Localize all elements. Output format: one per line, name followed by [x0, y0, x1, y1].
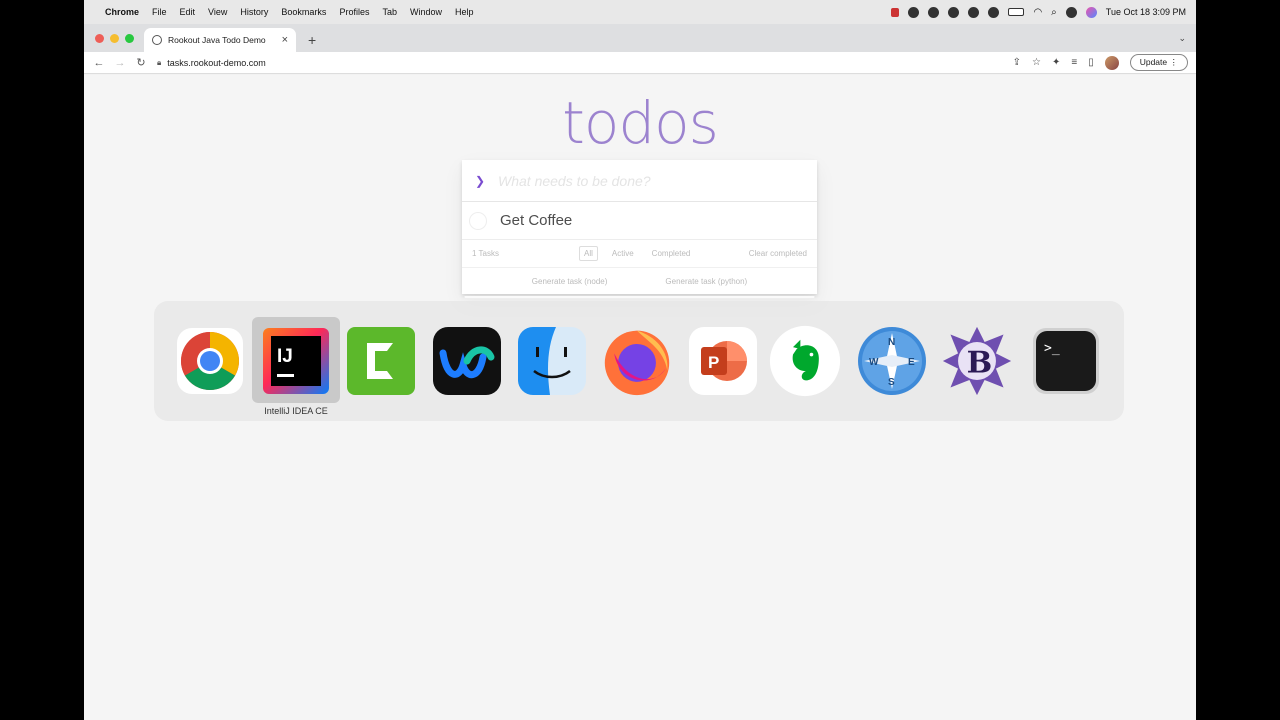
- status-icon[interactable]: [948, 6, 960, 18]
- todo-app: ❯ Get Coffee 1 Tasks All Active Complete…: [462, 160, 817, 294]
- status-icon[interactable]: [988, 6, 1000, 18]
- chrome-window: Rookout Java Todo Demo × + ⌄ ← → ↻ 🔒︎ ta…: [84, 24, 1196, 720]
- reload-icon[interactable]: ↻: [135, 56, 147, 69]
- clear-completed-button[interactable]: Clear completed: [749, 249, 807, 258]
- wifi-icon[interactable]: ◠: [1033, 7, 1042, 18]
- menu-tab[interactable]: Tab: [382, 7, 397, 17]
- new-todo-row: ❯: [462, 160, 817, 202]
- svg-text:P: P: [708, 353, 719, 372]
- browser-toolbar: ← → ↻ 🔒︎ tasks.rookout-demo.com ⇪ ☆ ✦ ≡ …: [84, 52, 1196, 74]
- status-icon[interactable]: [928, 6, 940, 18]
- recording-icon[interactable]: [891, 7, 900, 17]
- todo-item-label[interactable]: Get Coffee: [500, 212, 572, 229]
- status-icons: ◠ ⌕ Tue Oct 18 3:09 PM: [891, 6, 1196, 18]
- spotlight-search-icon[interactable]: ⌕: [1051, 7, 1057, 18]
- bbedit-app-icon[interactable]: B: [941, 325, 1013, 397]
- new-tab-icon[interactable]: +: [308, 32, 316, 48]
- new-todo-input[interactable]: [498, 172, 788, 189]
- svg-text:S: S: [888, 377, 895, 388]
- menu-history[interactable]: History: [240, 7, 268, 17]
- finder-app-icon[interactable]: [516, 325, 588, 397]
- menu-view[interactable]: View: [208, 7, 227, 17]
- svg-text:E: E: [908, 357, 915, 368]
- filter-completed[interactable]: Completed: [648, 247, 695, 260]
- svg-text:N: N: [888, 337, 895, 348]
- menu-help[interactable]: Help: [455, 7, 474, 17]
- todo-item: Get Coffee: [462, 202, 817, 240]
- tab-search-chevron-icon[interactable]: ⌄: [1178, 33, 1186, 44]
- share-icon[interactable]: ⇪: [1013, 57, 1021, 68]
- zoom-window-button[interactable]: [125, 34, 134, 43]
- todo-footer: 1 Tasks All Active Completed Clear compl…: [462, 240, 817, 268]
- svg-text:IJ: IJ: [277, 346, 293, 367]
- lock-icon: 🔒︎: [157, 57, 162, 67]
- filters: All Active Completed: [578, 246, 695, 261]
- webex-app-icon[interactable]: [431, 325, 503, 397]
- battery-icon[interactable]: [1008, 8, 1025, 16]
- forward-arrow-icon[interactable]: →: [114, 57, 126, 69]
- camtasia-app-icon[interactable]: [345, 325, 417, 397]
- selected-app-label: IntelliJ IDEA CE: [264, 406, 328, 416]
- svg-text:>_: >_: [1044, 341, 1060, 356]
- chrome-app-icon[interactable]: [174, 325, 246, 397]
- macos-menubar: Chrome File Edit View History Bookmarks …: [84, 0, 1196, 24]
- todo-count: 1 Tasks: [472, 249, 499, 258]
- tab-favicon-icon: [152, 35, 162, 45]
- close-window-button[interactable]: [95, 34, 104, 43]
- tab-active[interactable]: Rookout Java Todo Demo ×: [144, 28, 296, 52]
- generate-python-button[interactable]: Generate task (python): [665, 277, 747, 286]
- filter-active[interactable]: Active: [608, 247, 638, 260]
- page-content: todos ❯ Get Coffee 1 Tasks All Active Co…: [84, 75, 1196, 720]
- menu-bookmarks[interactable]: Bookmarks: [281, 7, 326, 17]
- extensions-puzzle-icon[interactable]: ✦: [1052, 57, 1060, 68]
- address-bar[interactable]: 🔒︎ tasks.rookout-demo.com: [157, 58, 266, 68]
- status-icon[interactable]: [968, 6, 980, 18]
- firefox-app-icon[interactable]: [601, 325, 673, 397]
- window-controls: [95, 34, 134, 43]
- evernote-app-icon[interactable]: [769, 325, 841, 397]
- terminal-app-icon[interactable]: >_: [1030, 325, 1102, 397]
- menubar-clock[interactable]: Tue Oct 18 3:09 PM: [1106, 7, 1186, 17]
- intellij-idea-app-icon[interactable]: IJ: [260, 325, 332, 397]
- profile-avatar[interactable]: [1104, 55, 1119, 70]
- bookmark-star-icon[interactable]: ☆: [1032, 57, 1041, 68]
- menu-window[interactable]: Window: [410, 7, 442, 17]
- siri-icon[interactable]: [1085, 6, 1097, 18]
- control-center-icon[interactable]: [1065, 6, 1077, 18]
- menu-profiles[interactable]: Profiles: [339, 7, 369, 17]
- minimize-window-button[interactable]: [110, 34, 119, 43]
- menu-edit[interactable]: Edit: [180, 7, 196, 17]
- menu-file[interactable]: File: [152, 7, 167, 17]
- compass-app-icon[interactable]: N W E S: [856, 325, 928, 397]
- todos-title: todos: [562, 89, 719, 157]
- update-button[interactable]: Update ⋮: [1129, 54, 1188, 71]
- svg-text:B: B: [967, 345, 993, 380]
- todo-stack-edge: [464, 296, 815, 299]
- todo-checkbox[interactable]: [469, 211, 487, 230]
- url-text[interactable]: tasks.rookout-demo.com: [167, 58, 266, 68]
- generate-node-button[interactable]: Generate task (node): [532, 277, 608, 286]
- app-switcher: IJ P N W E S B >_ IntelliJ IDEA CE: [154, 301, 1124, 421]
- back-arrow-icon[interactable]: ←: [93, 57, 105, 69]
- menu-app-name[interactable]: Chrome: [105, 7, 139, 17]
- svg-text:W: W: [869, 357, 879, 368]
- status-icon[interactable]: [908, 6, 920, 18]
- toggle-all-chevron-icon[interactable]: ❯: [462, 174, 498, 188]
- media-controls-icon[interactable]: ≡: [1071, 57, 1077, 68]
- tab-title: Rookout Java Todo Demo: [168, 35, 266, 45]
- side-panel-icon[interactable]: ▯: [1088, 57, 1094, 68]
- tab-strip: Rookout Java Todo Demo × + ⌄: [84, 24, 1196, 52]
- powerpoint-app-icon[interactable]: P: [687, 325, 759, 397]
- close-tab-icon[interactable]: ×: [282, 34, 288, 46]
- generate-row: Generate task (node) Generate task (pyth…: [462, 268, 817, 294]
- toolbar-actions: ⇪ ☆ ✦ ≡ ▯ Update ⋮: [1013, 54, 1196, 71]
- filter-all[interactable]: All: [578, 246, 598, 261]
